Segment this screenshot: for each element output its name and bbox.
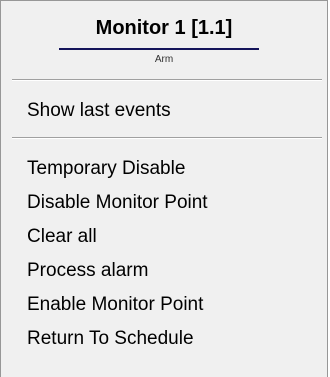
enable-monitor-point-item[interactable]: Enable Monitor Point <box>27 292 203 318</box>
process-alarm-item[interactable]: Process alarm <box>27 258 148 284</box>
menu-header: Monitor 1 [1.1] Arm <box>1 1 327 73</box>
temporary-disable-item[interactable]: Temporary Disable <box>27 156 185 182</box>
menu-separator <box>12 137 322 139</box>
menu-separator <box>12 79 322 81</box>
show-last-events-item[interactable]: Show last events <box>27 98 171 124</box>
title-underline <box>59 48 259 50</box>
disable-monitor-point-item[interactable]: Disable Monitor Point <box>27 190 208 216</box>
menu-subtitle: Arm <box>154 54 174 65</box>
return-to-schedule-item[interactable]: Return To Schedule <box>27 326 194 352</box>
context-menu: Monitor 1 [1.1] Arm Show last events Tem… <box>0 0 328 377</box>
menu-title: Monitor 1 [1.1] <box>95 17 233 39</box>
clear-all-item[interactable]: Clear all <box>27 224 97 250</box>
